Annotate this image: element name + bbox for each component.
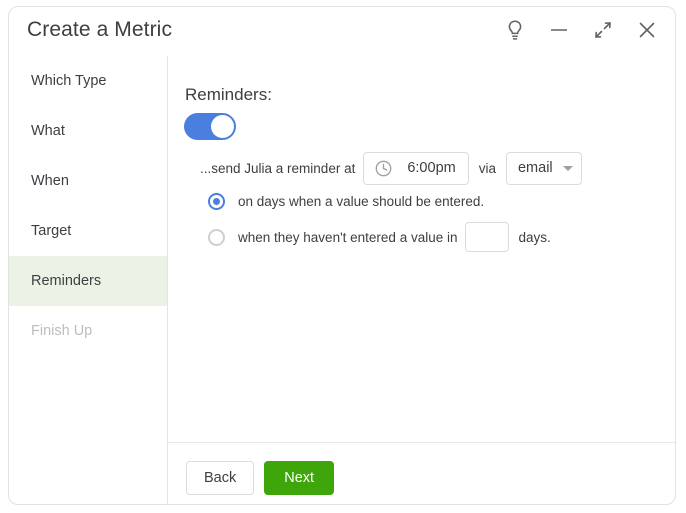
sidebar-item-label: Which Type xyxy=(31,73,107,89)
days-suffix-label: days. xyxy=(518,229,551,245)
sidebar-item-reminders[interactable]: Reminders xyxy=(9,256,167,306)
reminder-option-label: on days when a value should be entered. xyxy=(238,193,485,209)
sidebar-item-what[interactable]: What xyxy=(9,106,167,156)
close-icon[interactable] xyxy=(633,16,661,44)
reminder-via-text: via xyxy=(478,160,496,176)
toggle-knob xyxy=(211,115,234,138)
clock-icon xyxy=(374,159,393,178)
radio-on-days[interactable] xyxy=(208,192,225,210)
sidebar-item-label: Reminders xyxy=(31,273,102,289)
section-title: Reminders: xyxy=(185,85,272,104)
window-controls xyxy=(501,16,661,44)
reminder-schedule-row: ...send Julia a reminder at 6:00pm via e… xyxy=(200,151,582,185)
reminder-option-on-days[interactable]: on days when a value should be entered. xyxy=(208,187,484,215)
title-bar: Create a Metric xyxy=(9,7,675,56)
reminder-channel-select[interactable]: email xyxy=(505,151,582,185)
back-button[interactable]: Back xyxy=(186,461,255,495)
create-metric-window: Create a Metric Which Type What When Tar… xyxy=(8,6,676,505)
sidebar-item-label: Target xyxy=(31,223,72,239)
chevron-down-icon xyxy=(562,165,573,171)
restore-icon[interactable] xyxy=(589,16,617,44)
help-lightbulb-icon[interactable] xyxy=(501,16,529,44)
reminder-option-inactive-days[interactable]: when they haven't entered a value in day… xyxy=(208,222,551,252)
window-title: Create a Metric xyxy=(27,18,173,41)
sidebar-item-label: When xyxy=(31,173,69,189)
minimize-icon[interactable] xyxy=(545,16,573,44)
sidebar-item-target[interactable]: Target xyxy=(9,206,167,256)
footer-divider xyxy=(168,442,675,443)
days-input[interactable] xyxy=(465,222,510,252)
sidebar-item-label: Finish Up xyxy=(31,323,93,339)
wizard-sidebar: Which Type What When Target Reminders Fi… xyxy=(9,56,167,504)
reminder-prefix-text: ...send Julia a reminder at xyxy=(200,160,356,176)
wizard-footer: Back Next xyxy=(186,461,335,495)
sidebar-item-finish-up: Finish Up xyxy=(9,306,167,356)
reminder-channel-value: email xyxy=(517,160,553,176)
reminders-toggle[interactable] xyxy=(184,113,236,140)
sidebar-item-when[interactable]: When xyxy=(9,156,167,206)
sidebar-item-which-type[interactable]: Which Type xyxy=(9,56,167,106)
reminder-time-value: 6:00pm xyxy=(407,160,456,176)
next-button[interactable]: Next xyxy=(264,461,335,495)
reminder-option-label: when they haven't entered a value in xyxy=(238,229,458,245)
main-panel: Reminders: ...send Julia a reminder at 6… xyxy=(168,56,675,504)
radio-inactive-days[interactable] xyxy=(208,228,225,246)
sidebar-item-label: What xyxy=(31,123,65,139)
reminder-time-field[interactable]: 6:00pm xyxy=(363,151,469,185)
